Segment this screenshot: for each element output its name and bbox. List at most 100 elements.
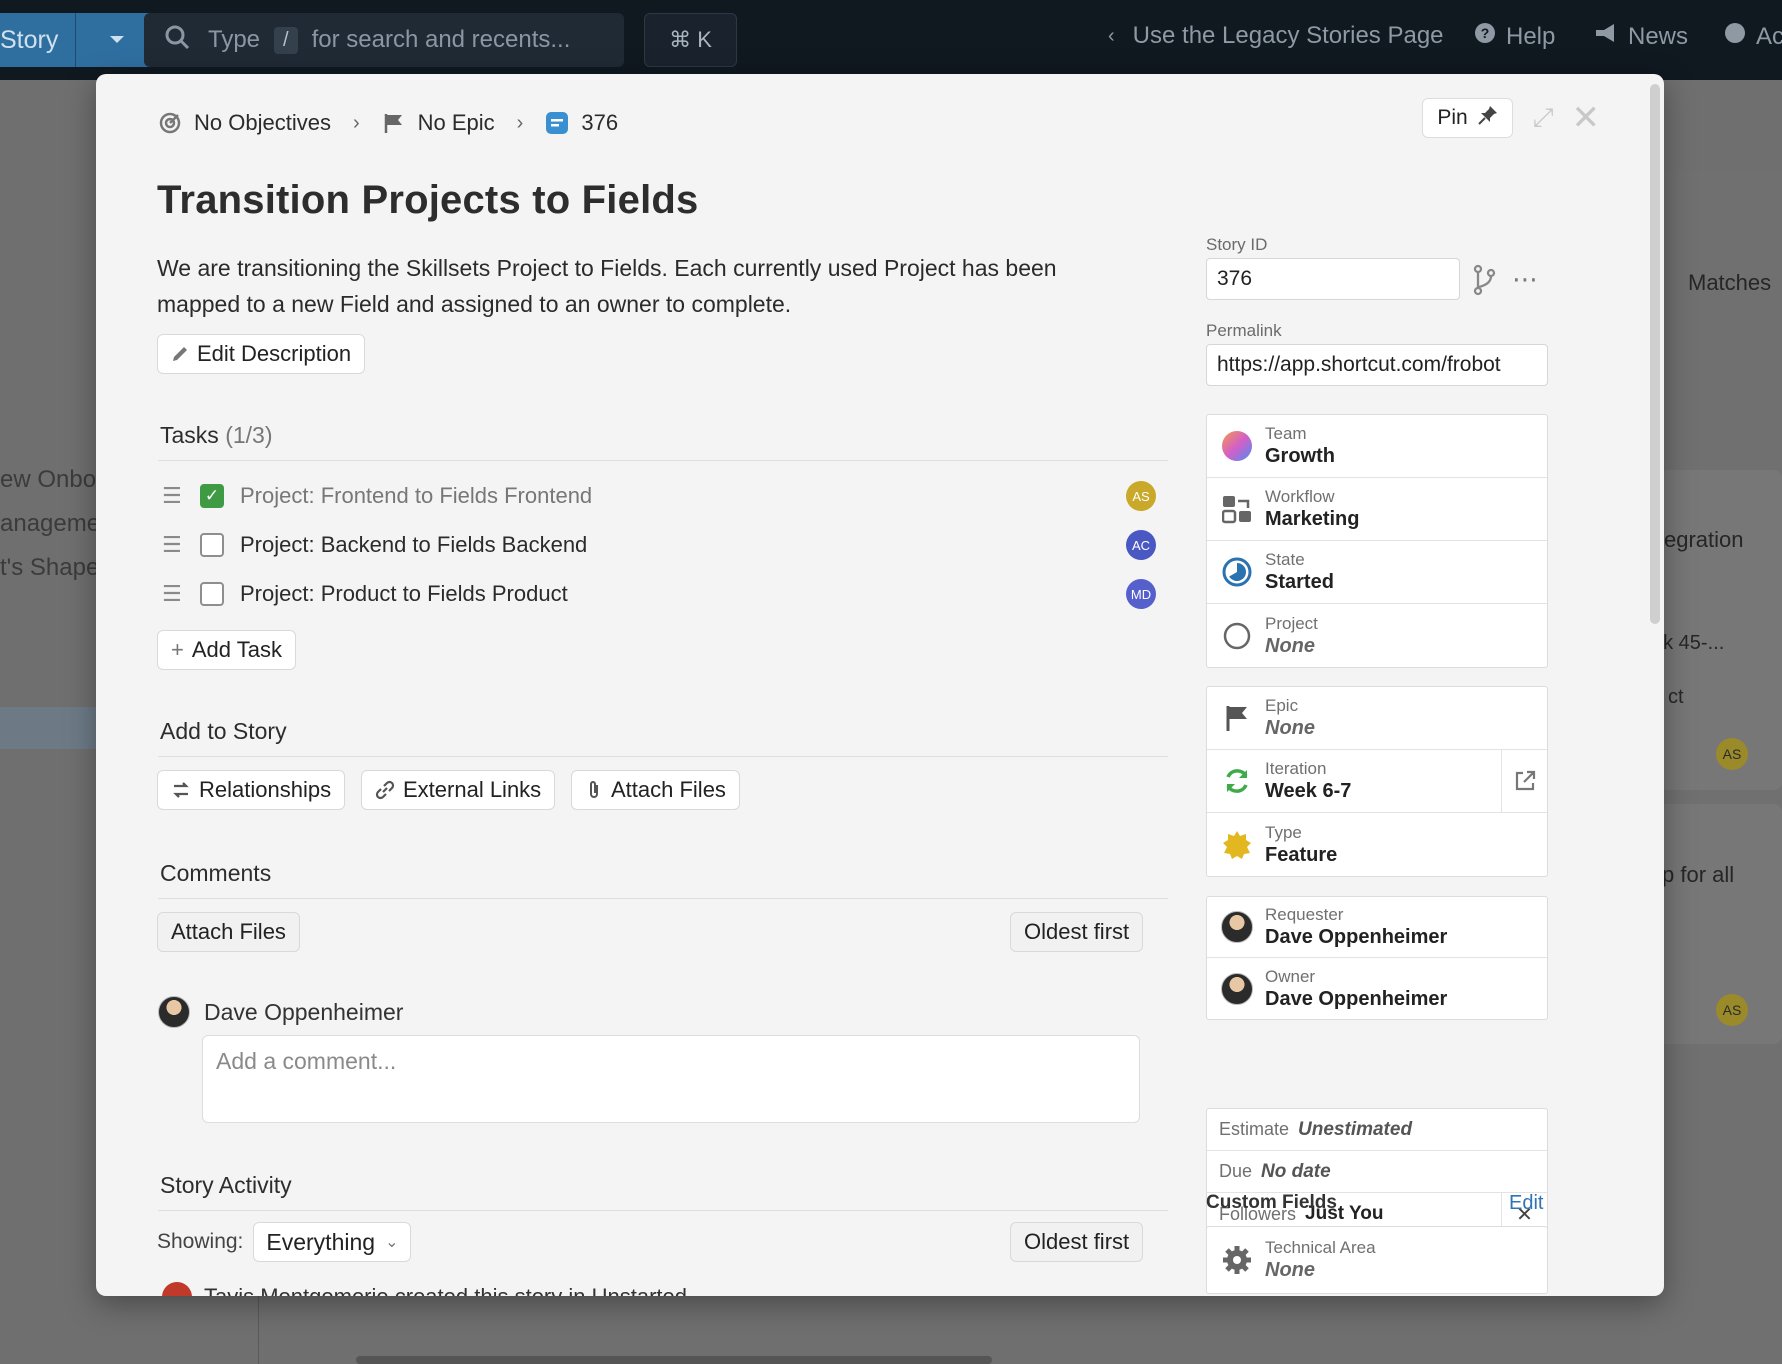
bg-sidebar-item[interactable]: t's Shape bbox=[0, 554, 99, 582]
task-item[interactable]: ☰ Project: Backend to Fields Backend AC bbox=[162, 525, 1162, 565]
command-palette-button[interactable]: ⌘ K bbox=[644, 13, 737, 67]
git-branch-icon[interactable] bbox=[1472, 264, 1496, 302]
divider bbox=[158, 756, 1168, 757]
drag-handle-icon[interactable]: ☰ bbox=[162, 583, 186, 605]
task-checkbox[interactable]: ✓ bbox=[200, 484, 224, 508]
drag-handle-icon[interactable]: ☰ bbox=[162, 485, 186, 507]
news-link[interactable]: News bbox=[1594, 22, 1688, 51]
attach-files-label: Attach Files bbox=[611, 777, 726, 802]
project-field[interactable]: Project None bbox=[1207, 604, 1547, 667]
breadcrumb-objectives[interactable]: No Objectives bbox=[158, 110, 331, 136]
epic-field[interactable]: Epic None bbox=[1207, 687, 1547, 750]
edit-description-button[interactable]: Edit Description bbox=[157, 334, 366, 374]
type-label: Type bbox=[1265, 822, 1302, 842]
objective-icon bbox=[158, 111, 182, 135]
breadcrumb-epic[interactable]: No Epic bbox=[382, 110, 495, 136]
custom-fields-edit-link[interactable]: Edit bbox=[1509, 1192, 1543, 1215]
requester-field[interactable]: Requester Dave Oppenheimer bbox=[1207, 897, 1547, 958]
add-to-story-heading: Add to Story bbox=[160, 718, 287, 744]
task-owner-avatar[interactable]: AC bbox=[1126, 530, 1156, 560]
close-icon[interactable]: ✕ bbox=[1572, 101, 1601, 135]
comment-input[interactable]: Add a comment... bbox=[202, 1035, 1140, 1123]
workflow-field[interactable]: Workflow Marketing bbox=[1207, 478, 1547, 541]
help-link[interactable]: ? Help bbox=[1474, 22, 1555, 51]
breadcrumb-objectives-label: No Objectives bbox=[194, 110, 331, 135]
drag-handle-icon[interactable]: ☰ bbox=[162, 534, 186, 556]
expand-icon[interactable]: ⤢ bbox=[1533, 102, 1554, 134]
pin-button[interactable]: Pin bbox=[1422, 98, 1513, 138]
task-owner-avatar[interactable]: AS bbox=[1126, 481, 1156, 511]
divider bbox=[158, 1210, 1168, 1211]
avatar bbox=[162, 1282, 192, 1296]
team-field[interactable]: Team Growth bbox=[1207, 415, 1547, 478]
account-icon bbox=[1724, 22, 1746, 51]
story-icon bbox=[545, 111, 569, 135]
bg-sidebar-item[interactable]: ew Onbo bbox=[0, 466, 96, 494]
task-owner-avatar[interactable]: MD bbox=[1126, 579, 1156, 609]
showing-label: Showing: bbox=[157, 1230, 244, 1253]
comment-attach-files-button[interactable]: Attach Files bbox=[157, 912, 300, 952]
create-story-button[interactable]: Story bbox=[0, 13, 157, 67]
technical-area-label: Technical Area bbox=[1265, 1238, 1376, 1257]
breadcrumb-epic-label: No Epic bbox=[417, 110, 495, 135]
story-dialog: No Objectives › No Epic › 376 Pin ⤢ ✕ Tr… bbox=[96, 74, 1664, 1296]
estimate-label: Estimate bbox=[1219, 1119, 1290, 1139]
bg-sidebar-item[interactable]: anageme bbox=[0, 510, 100, 538]
plus-icon: + bbox=[171, 637, 184, 662]
avatar bbox=[158, 996, 190, 1028]
task-item[interactable]: ☰ ✓ Project: Frontend to Fields Frontend… bbox=[162, 476, 1162, 516]
legacy-stories-link[interactable]: ‹ Use the Legacy Stories Page bbox=[1108, 22, 1444, 50]
task-label[interactable]: Project: Product to Fields Product bbox=[240, 581, 1126, 607]
attach-files-button[interactable]: Attach Files bbox=[571, 770, 740, 810]
global-search[interactable]: Type / for search and recents... bbox=[144, 13, 624, 67]
pin-label: Pin bbox=[1437, 106, 1468, 129]
due-value: No date bbox=[1261, 1160, 1331, 1182]
due-date-field[interactable]: Due No date bbox=[1207, 1151, 1547, 1193]
state-started-icon bbox=[1221, 556, 1253, 588]
flag-icon bbox=[382, 111, 406, 135]
story-id-field[interactable]: 376 bbox=[1206, 258, 1460, 300]
relationships-label: Relationships bbox=[199, 777, 332, 802]
comments-heading: Comments bbox=[160, 860, 272, 886]
activity-filter-value: Everything bbox=[266, 1228, 376, 1255]
breadcrumb-story[interactable]: 376 bbox=[545, 110, 618, 136]
permalink-field[interactable]: https://app.shortcut.com/frobot bbox=[1206, 344, 1548, 386]
permalink-label: Permalink bbox=[1206, 321, 1282, 340]
bg-avatar: AS bbox=[1716, 994, 1748, 1026]
activity-filter: Showing: Everything ⌄ bbox=[157, 1222, 412, 1262]
comments-sort-button[interactable]: Oldest first bbox=[1010, 912, 1144, 952]
task-label[interactable]: Project: Backend to Fields Backend bbox=[240, 532, 1126, 558]
owner-field[interactable]: Owner Dave Oppenheimer bbox=[1207, 958, 1547, 1019]
story-title[interactable]: Transition Projects to Fields bbox=[157, 178, 698, 223]
task-item[interactable]: ☰ Project: Product to Fields Product MD bbox=[162, 574, 1162, 614]
account-link[interactable]: Ac bbox=[1724, 22, 1782, 51]
type-value: Feature bbox=[1265, 843, 1338, 866]
flag-icon bbox=[1221, 702, 1253, 734]
search-shortcut-key: / bbox=[274, 26, 298, 54]
activity-sort-button[interactable]: Oldest first bbox=[1010, 1222, 1144, 1262]
divider bbox=[158, 460, 1168, 461]
create-story-label: Story bbox=[0, 25, 59, 54]
iteration-field[interactable]: Iteration Week 6-7 bbox=[1207, 750, 1547, 813]
task-label[interactable]: Project: Frontend to Fields Frontend bbox=[240, 483, 1126, 509]
more-options-icon[interactable]: ⋯ bbox=[1512, 264, 1539, 295]
external-link-icon[interactable] bbox=[1501, 750, 1547, 812]
estimate-field[interactable]: Estimate Unestimated bbox=[1207, 1109, 1547, 1151]
bg-horizontal-scrollbar[interactable] bbox=[356, 1356, 992, 1364]
task-checkbox[interactable] bbox=[200, 533, 224, 557]
team-label: Team bbox=[1265, 424, 1307, 443]
help-icon: ? bbox=[1474, 22, 1496, 51]
external-links-button[interactable]: External Links bbox=[361, 770, 556, 810]
task-checkbox[interactable] bbox=[200, 582, 224, 606]
relationships-button[interactable]: Relationships bbox=[157, 770, 346, 810]
state-field[interactable]: State Started bbox=[1207, 541, 1547, 604]
add-task-button[interactable]: + Add Task bbox=[157, 630, 296, 670]
technical-area-field[interactable]: Technical Area None bbox=[1207, 1227, 1547, 1293]
pencil-icon bbox=[171, 345, 189, 363]
activity-filter-select[interactable]: Everything ⌄ bbox=[253, 1222, 412, 1262]
svg-text:?: ? bbox=[1481, 25, 1490, 41]
dialog-scrollbar[interactable] bbox=[1650, 84, 1660, 624]
owner-label: Owner bbox=[1265, 966, 1316, 986]
iteration-label: Iteration bbox=[1265, 759, 1327, 778]
type-field[interactable]: Type Feature bbox=[1207, 813, 1547, 876]
